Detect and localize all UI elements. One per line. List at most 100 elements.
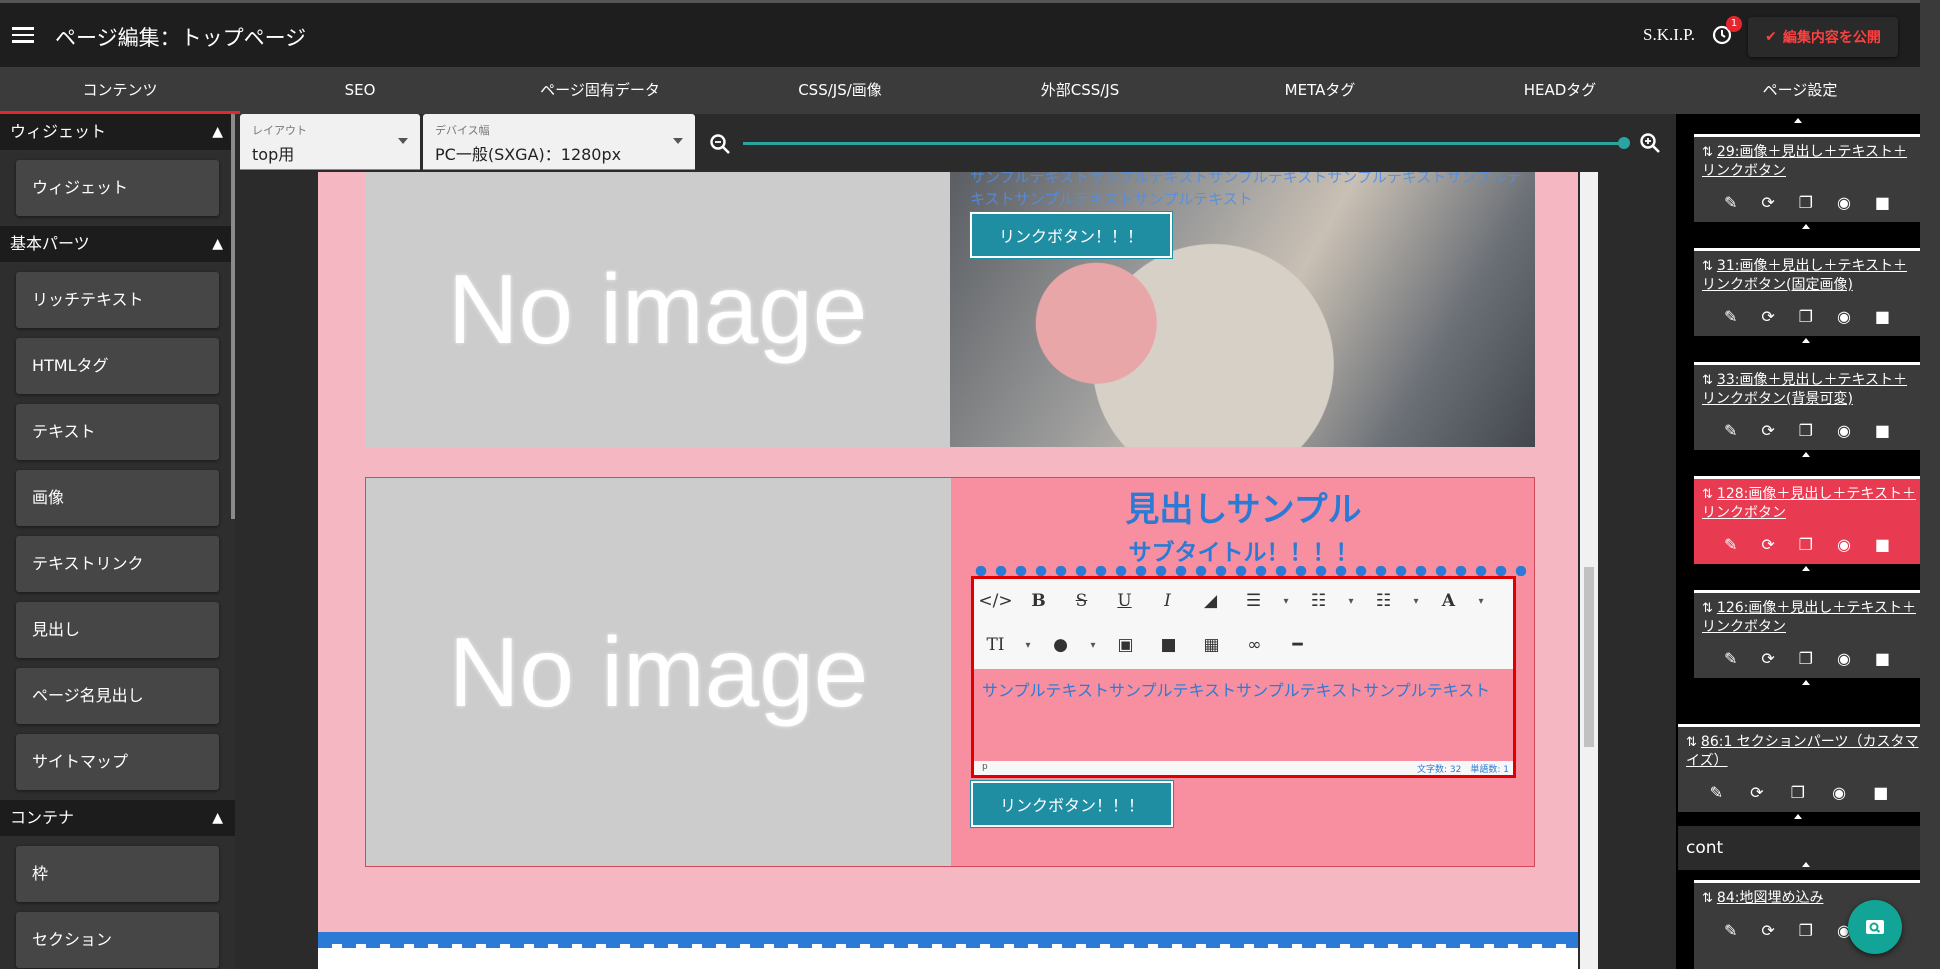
strikethrough-icon[interactable]: S	[1060, 591, 1103, 611]
edit-icon[interactable]: ✎	[1710, 783, 1723, 802]
copy-icon[interactable]: ❐	[1791, 783, 1805, 802]
numbered-list-icon[interactable]: ☷	[1362, 591, 1405, 611]
replace-icon[interactable]: ⟳	[1761, 921, 1774, 940]
container-cont[interactable]: cont	[1678, 826, 1920, 870]
chevron-down-icon[interactable]: ▾	[1340, 596, 1362, 607]
canvas-scrollbar[interactable]	[1580, 172, 1598, 969]
copy-icon[interactable]: ❐	[1799, 421, 1813, 440]
delete-icon[interactable]: ■	[1875, 649, 1890, 668]
sidebar-item-pagename-heading[interactable]: ページ名見出し	[16, 668, 219, 724]
zoom-out-icon[interactable]	[708, 132, 732, 156]
reorder-icon[interactable]: ⇅	[1686, 734, 1697, 752]
sidebar-section-container[interactable]: コンテナ ▲	[0, 800, 235, 836]
align-icon[interactable]: ☰	[1232, 591, 1275, 611]
zoom-slider-track[interactable]	[743, 142, 1623, 145]
reorder-icon[interactable]: ⇅	[1702, 890, 1713, 908]
content-block-upper[interactable]: No image サンプルテキストサンプルテキストサンプルテキストサンプルテキス…	[365, 172, 1535, 447]
layout-select[interactable]: レイアウト top用	[240, 114, 420, 170]
reorder-icon[interactable]: ⇅	[1702, 600, 1713, 618]
part-card-33[interactable]: ⇅ 33:画像＋見出し＋テキスト＋リンクボタン(背景可変) ✎ ⟳ ❐ ◉ ■	[1694, 362, 1920, 450]
history-button[interactable]: 1	[1710, 16, 1742, 49]
link-icon[interactable]: ∞	[1233, 635, 1276, 655]
part-title-link[interactable]: ⇅ 128:画像＋見出し＋テキスト＋リンクボタン	[1702, 485, 1920, 522]
italic-icon[interactable]: I	[1146, 591, 1189, 611]
underline-icon[interactable]: U	[1103, 591, 1146, 611]
delete-icon[interactable]: ■	[1875, 307, 1890, 326]
code-view-icon[interactable]: </>	[974, 591, 1017, 611]
zoom-slider-handle[interactable]	[1618, 137, 1630, 149]
reorder-icon[interactable]: ⇅	[1702, 258, 1713, 276]
delete-icon[interactable]: ■	[1875, 535, 1890, 554]
visibility-icon[interactable]: ◉	[1837, 649, 1851, 668]
chevron-down-icon[interactable]: ▾	[1405, 596, 1427, 607]
bold-icon[interactable]: B	[1017, 591, 1060, 611]
part-card-126[interactable]: ⇅ 126:画像＋見出し＋テキスト＋リンクボタン ✎ ⟳ ❐ ◉ ■	[1694, 590, 1920, 678]
visibility-icon[interactable]: ◉	[1832, 783, 1846, 802]
copy-icon[interactable]: ❐	[1799, 193, 1813, 212]
sidebar-item-richtext[interactable]: リッチテキスト	[16, 272, 219, 328]
zoom-in-icon[interactable]	[1638, 131, 1662, 155]
replace-icon[interactable]: ⟳	[1761, 307, 1774, 326]
link-button[interactable]: リンクボタン！！！	[970, 780, 1174, 828]
reorder-icon[interactable]: ⇅	[1702, 486, 1713, 504]
part-title-link[interactable]: ⇅ 29:画像＋見出し＋テキスト＋リンクボタン	[1702, 143, 1920, 180]
chevron-down-icon[interactable]: ▾	[1275, 596, 1297, 607]
tab-meta[interactable]: METAタグ	[1200, 67, 1440, 114]
copy-icon[interactable]: ❐	[1799, 649, 1813, 668]
hamburger-menu-icon[interactable]	[12, 27, 34, 43]
rich-text-editor[interactable]: </> B S U I ◢ ☰ ▾ ☷ ▾ ☷ ▾ A ▾ TI ▾ ● ▾ ▣…	[971, 576, 1516, 778]
part-card-31[interactable]: ⇅ 31:画像＋見出し＋テキスト＋リンクボタン(固定画像) ✎ ⟳ ❐ ◉ ■	[1694, 248, 1920, 336]
part-card-128-selected[interactable]: ⇅ 128:画像＋見出し＋テキスト＋リンクボタン ✎ ⟳ ❐ ◉ ■	[1694, 476, 1920, 564]
edit-icon[interactable]: ✎	[1724, 535, 1737, 554]
content-block-selected[interactable]: No image 見出しサンプル サブタイトル！！！！ </> B S U I …	[365, 477, 1535, 867]
reorder-icon[interactable]: ⇅	[1702, 144, 1713, 162]
part-title-link[interactable]: ⇅ 86:1 セクションパーツ（カスタマイズ）	[1686, 733, 1920, 770]
replace-icon[interactable]: ⟳	[1750, 783, 1763, 802]
replace-icon[interactable]: ⟳	[1761, 421, 1774, 440]
replace-icon[interactable]: ⟳	[1761, 535, 1774, 554]
edit-icon[interactable]: ✎	[1724, 649, 1737, 668]
visibility-icon[interactable]: ◉	[1837, 421, 1851, 440]
delete-icon[interactable]: ■	[1875, 193, 1890, 212]
sidebar-item-frame[interactable]: 枠	[16, 846, 219, 902]
copy-icon[interactable]: ❐	[1799, 535, 1813, 554]
subtitle[interactable]: サブタイトル！！！！	[951, 533, 1536, 567]
delete-icon[interactable]: ■	[1875, 421, 1890, 440]
sidebar-item-html[interactable]: HTMLタグ	[16, 338, 219, 394]
chevron-down-icon[interactable]: ▾	[1017, 640, 1039, 651]
replace-icon[interactable]: ⟳	[1761, 649, 1774, 668]
part-title-link[interactable]: ⇅ 33:画像＋見出し＋テキスト＋リンクボタン(背景可変)	[1702, 371, 1920, 408]
sidebar-section-widget[interactable]: ウィジェット ▲	[0, 114, 235, 150]
chevron-down-icon[interactable]: ▾	[1470, 596, 1492, 607]
heading-sample[interactable]: 見出しサンプル	[951, 482, 1536, 531]
sidebar-scrollbar[interactable]	[231, 114, 235, 519]
video-icon[interactable]: ■	[1147, 635, 1190, 655]
publish-button[interactable]: ✔ 編集内容を公開	[1748, 17, 1898, 57]
horizontal-rule-icon[interactable]: ━	[1276, 635, 1319, 655]
tab-contents[interactable]: コンテンツ	[0, 67, 240, 114]
part-card-29[interactable]: ⇅ 29:画像＋見出し＋テキスト＋リンクボタン ✎ ⟳ ❐ ◉ ■	[1694, 134, 1920, 222]
visibility-icon[interactable]: ◉	[1837, 307, 1851, 326]
part-title-link[interactable]: ⇅ 84:地図埋め込み	[1702, 889, 1823, 908]
sidebar-item-section[interactable]: セクション	[16, 912, 219, 968]
tab-css-js-image[interactable]: CSS/JS/画像	[720, 67, 960, 114]
edit-icon[interactable]: ✎	[1724, 921, 1737, 940]
sidebar-section-basic[interactable]: 基本パーツ ▲	[0, 226, 235, 262]
visibility-icon[interactable]: ◉	[1837, 535, 1851, 554]
part-title-link[interactable]: ⇅ 31:画像＋見出し＋テキスト＋リンクボタン(固定画像)	[1702, 257, 1920, 294]
tab-external-css-js[interactable]: 外部CSS/JS	[960, 67, 1200, 114]
edit-icon[interactable]: ✎	[1724, 307, 1737, 326]
bullet-list-icon[interactable]: ☷	[1297, 591, 1340, 611]
tab-seo[interactable]: SEO	[240, 67, 480, 114]
sidebar-item-heading[interactable]: 見出し	[16, 602, 219, 658]
sidebar-item-textlink[interactable]: テキストリンク	[16, 536, 219, 592]
image-icon[interactable]: ▣	[1104, 635, 1147, 655]
fill-color-icon[interactable]: ●	[1039, 635, 1082, 655]
sidebar-item-text[interactable]: テキスト	[16, 404, 219, 460]
font-color-icon[interactable]: A	[1427, 591, 1470, 611]
part-card-86[interactable]: ⇅ 86:1 セクションパーツ（カスタマイズ） ✎ ⟳ ❐ ◉ ■	[1678, 724, 1920, 812]
link-button[interactable]: リンクボタン！！！	[969, 211, 1173, 259]
replace-icon[interactable]: ⟳	[1761, 193, 1774, 212]
tab-head[interactable]: HEADタグ	[1440, 67, 1680, 114]
copy-icon[interactable]: ❐	[1799, 921, 1813, 940]
